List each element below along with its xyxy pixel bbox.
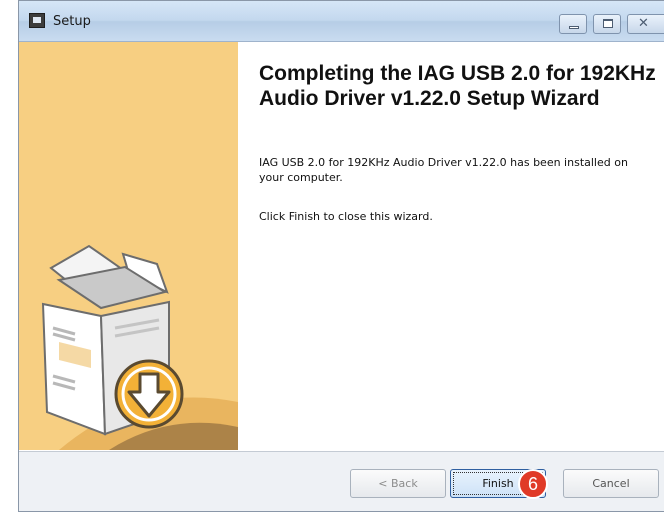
maximize-icon — [603, 19, 613, 28]
back-button[interactable]: < Back — [350, 469, 446, 498]
wizard-content: Completing the IAG USB 2.0 for 192KHz Au… — [238, 42, 664, 450]
close-icon: ✕ — [638, 16, 649, 31]
wizard-sidebar — [19, 42, 238, 450]
minimize-icon — [569, 26, 579, 29]
page-title: Completing the IAG USB 2.0 for 192KHz Au… — [259, 62, 656, 110]
setup-window: Setup ✕ Completing the IAG USB 2.0 for 1… — [18, 0, 664, 512]
window-title: Setup — [53, 14, 91, 29]
installed-message: IAG USB 2.0 for 192KHz Audio Driver v1.2… — [259, 156, 628, 184]
button-bar: < Back Finish 6 Cancel — [19, 451, 664, 511]
close-button[interactable]: ✕ — [627, 14, 664, 34]
title-bar[interactable]: Setup ✕ — [19, 1, 664, 42]
box-with-download-arrow-icon — [41, 244, 238, 450]
setup-app-icon — [29, 13, 45, 28]
cancel-button[interactable]: Cancel — [563, 469, 659, 498]
minimize-button[interactable] — [559, 14, 587, 34]
finish-instruction: Click Finish to close this wizard. — [259, 210, 433, 223]
step-number-badge: 6 — [518, 469, 548, 499]
maximize-button[interactable] — [593, 14, 621, 34]
